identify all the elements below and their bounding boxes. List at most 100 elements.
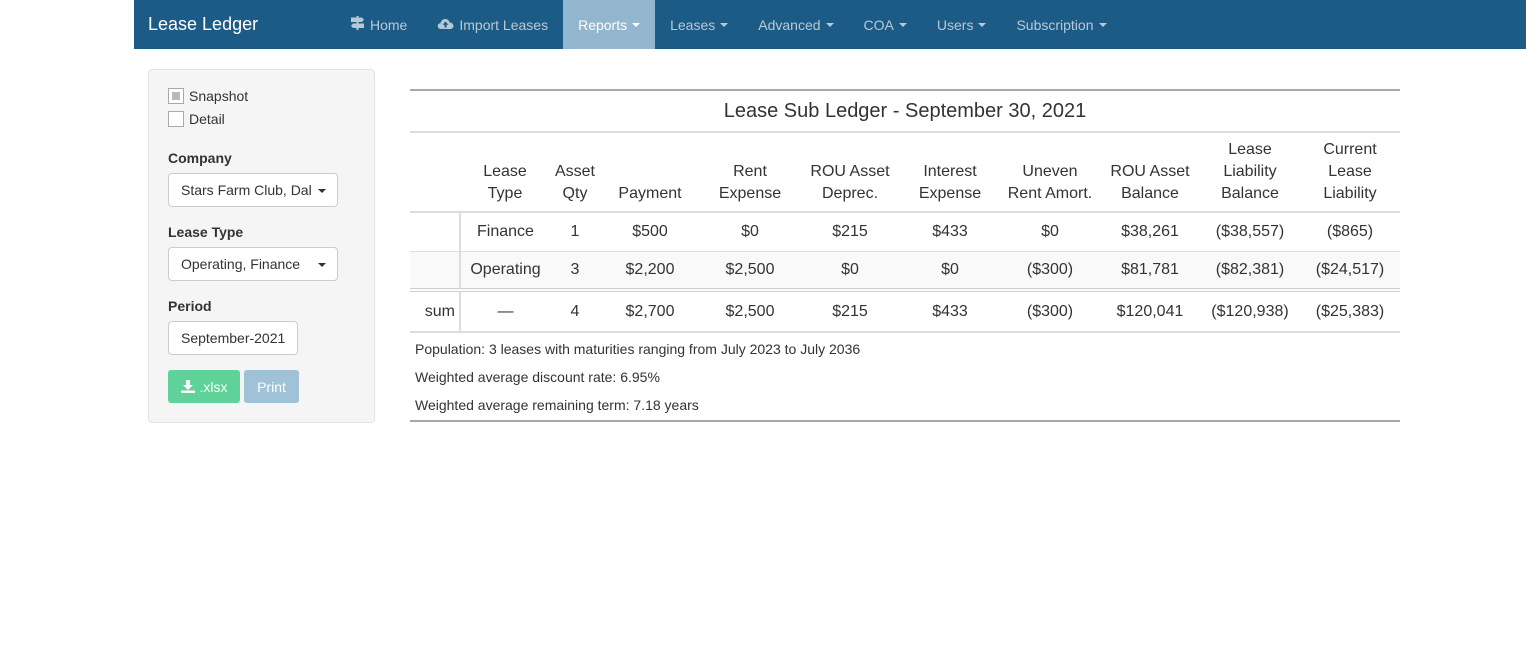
column-header: Rent Expense — [700, 133, 800, 213]
signpost-icon — [350, 16, 365, 33]
sum-cell: $2,500 — [700, 288, 800, 333]
nav-coa-dropdown[interactable]: COA — [849, 0, 922, 49]
table-cell: ($24,517) — [1300, 251, 1400, 291]
nav-advanced-dropdown[interactable]: Advanced — [743, 0, 848, 49]
nav-reports-label: Reports — [578, 16, 628, 33]
caret-down-icon — [720, 22, 729, 27]
table-header-row: Lease Type Asset Qty Payment Rent Expense ROU A… — [410, 133, 1400, 213]
nav-import-leases-label: Import Leases — [459, 16, 549, 33]
sum-cell: 4 — [550, 288, 600, 333]
nav-users-dropdown[interactable]: Users — [922, 0, 1002, 49]
sum-cell: — — [459, 288, 550, 333]
column-header-text: ROU Asset — [1110, 163, 1190, 180]
column-header-text: Rent Amort. — [1007, 185, 1093, 202]
table-cell: $2,200 — [600, 251, 700, 291]
column-header: Payment — [600, 133, 700, 213]
lease-type-select[interactable]: Operating, Finance — [168, 247, 338, 281]
ledger-table: Lease Type Asset Qty Payment Rent Expense ROU A… — [410, 133, 1400, 333]
nav-users-label: Users — [936, 16, 974, 33]
lease-sub-ledger-report: Lease Sub Ledger - September 30, 2021 Le… — [410, 89, 1400, 422]
sum-cell: $433 — [900, 288, 1000, 333]
column-header-text: Balance — [1121, 185, 1179, 202]
table-cell: $81,781 — [1100, 251, 1200, 291]
report-note: Population: 3 leases with maturities ran… — [415, 341, 861, 357]
nav-subscription-dropdown[interactable]: Subscription — [1001, 0, 1121, 49]
company-select[interactable]: Stars Farm Club, Dal — [168, 173, 338, 207]
caret-down-icon — [825, 22, 834, 27]
print-button[interactable]: Print — [244, 370, 299, 403]
detail-checkbox[interactable]: Detail — [168, 111, 225, 127]
table-cell: 1 — [550, 212, 600, 252]
column-header-text: Type — [487, 185, 523, 202]
column-header-blank — [410, 133, 460, 213]
table-cell: ($38,557) — [1200, 212, 1300, 252]
filter-panel: Snapshot Detail Company Stars Farm Club,… — [148, 69, 375, 423]
caret-down-icon — [1098, 22, 1107, 27]
sum-cell: ($300) — [1000, 288, 1100, 333]
nav-leases-dropdown[interactable]: Leases — [655, 0, 743, 49]
column-header: Uneven Rent Amort. — [1000, 133, 1100, 213]
table-cell — [410, 251, 460, 291]
snapshot-label: Snapshot — [189, 88, 249, 104]
report-note: Weighted average discount rate: 6.95% — [415, 369, 660, 385]
report-note: Weighted average remaining term: 7.18 ye… — [415, 397, 699, 413]
column-header-text: Qty — [562, 185, 588, 202]
top-navbar: Lease Ledger Home Import Leases Reports … — [134, 0, 1526, 49]
download-xlsx-button[interactable]: .xlsx — [168, 370, 240, 403]
nav-home[interactable]: Home — [335, 0, 422, 49]
column-header-text: Asset — [554, 163, 595, 180]
column-header-text: Rent — [733, 163, 767, 180]
column-header-text: Expense — [718, 185, 782, 202]
column-header-text: ROU Asset — [810, 163, 890, 180]
snapshot-checkbox-box[interactable] — [168, 88, 184, 104]
company-select-value: Stars Farm Club, Dal — [181, 182, 312, 198]
lease-type-label: Lease Type — [168, 224, 244, 240]
column-header: Asset Qty — [550, 133, 600, 213]
table-cell: Finance — [459, 212, 550, 252]
column-header-text: Current — [1323, 141, 1377, 158]
table-cell: $38,261 — [1100, 212, 1200, 252]
brand-logo[interactable]: Lease Ledger — [134, 0, 335, 49]
table-row: Operating 3 $2,200 $2,500 $0 $0 ($300) $81,781(… — [410, 251, 1400, 291]
column-header-text: Lease — [1228, 141, 1272, 158]
detail-checkbox-box[interactable] — [168, 111, 184, 127]
cloud-upload-icon — [437, 17, 454, 33]
column-header-text: Balance — [1221, 185, 1279, 202]
nav-leases-label: Leases — [670, 16, 716, 33]
table-cell: $0 — [800, 251, 900, 291]
column-header-text: Payment — [618, 185, 682, 202]
column-header: Lease Liability Balance — [1200, 133, 1300, 213]
table-cell: $500 — [600, 212, 700, 252]
caret-down-icon — [318, 189, 326, 193]
table-cell: $0 — [900, 251, 1000, 291]
detail-label: Detail — [189, 111, 225, 127]
snapshot-checkbox[interactable]: Snapshot — [168, 88, 248, 104]
table-cell: Operating — [459, 251, 550, 291]
column-header: Lease Type — [460, 133, 550, 213]
nav-subscription-label: Subscription — [1016, 16, 1094, 33]
nav-home-label: Home — [370, 16, 408, 33]
table-row: Finance 1 $500 $0 $215 $433 $0 $38,261 ($38,557)… — [410, 212, 1400, 252]
table-cell: $0 — [1000, 212, 1100, 252]
period-input-value: September-2021 — [181, 330, 286, 346]
column-header: Current Lease Liability — [1300, 133, 1400, 213]
sum-cell: $215 — [800, 288, 900, 333]
column-header-text: Deprec. — [821, 185, 879, 202]
table-cell: 3 — [550, 251, 600, 291]
nav-coa-label: COA — [863, 16, 894, 33]
table-cell: $433 — [900, 212, 1000, 252]
column-header-text: Interest — [923, 163, 977, 180]
nav-advanced-label: Advanced — [758, 16, 821, 33]
column-header-text: Liability — [1223, 163, 1277, 180]
table-cell: ($82,381) — [1200, 251, 1300, 291]
table-cell — [410, 212, 460, 252]
period-input[interactable]: September-2021 — [168, 321, 298, 355]
report-title: Lease Sub Ledger - September 30, 2021 — [410, 91, 1400, 133]
company-label: Company — [168, 150, 232, 166]
column-header-text: Expense — [918, 185, 982, 202]
period-label: Period — [168, 298, 212, 314]
nav-import-leases[interactable]: Import Leases — [422, 0, 563, 49]
sum-row: sum —4 $2,700 $2,500 $215 $433 ($300) $120,041(… — [410, 288, 1400, 333]
nav-reports-dropdown[interactable]: Reports — [563, 0, 656, 49]
download-xlsx-label: .xlsx — [199, 378, 228, 395]
